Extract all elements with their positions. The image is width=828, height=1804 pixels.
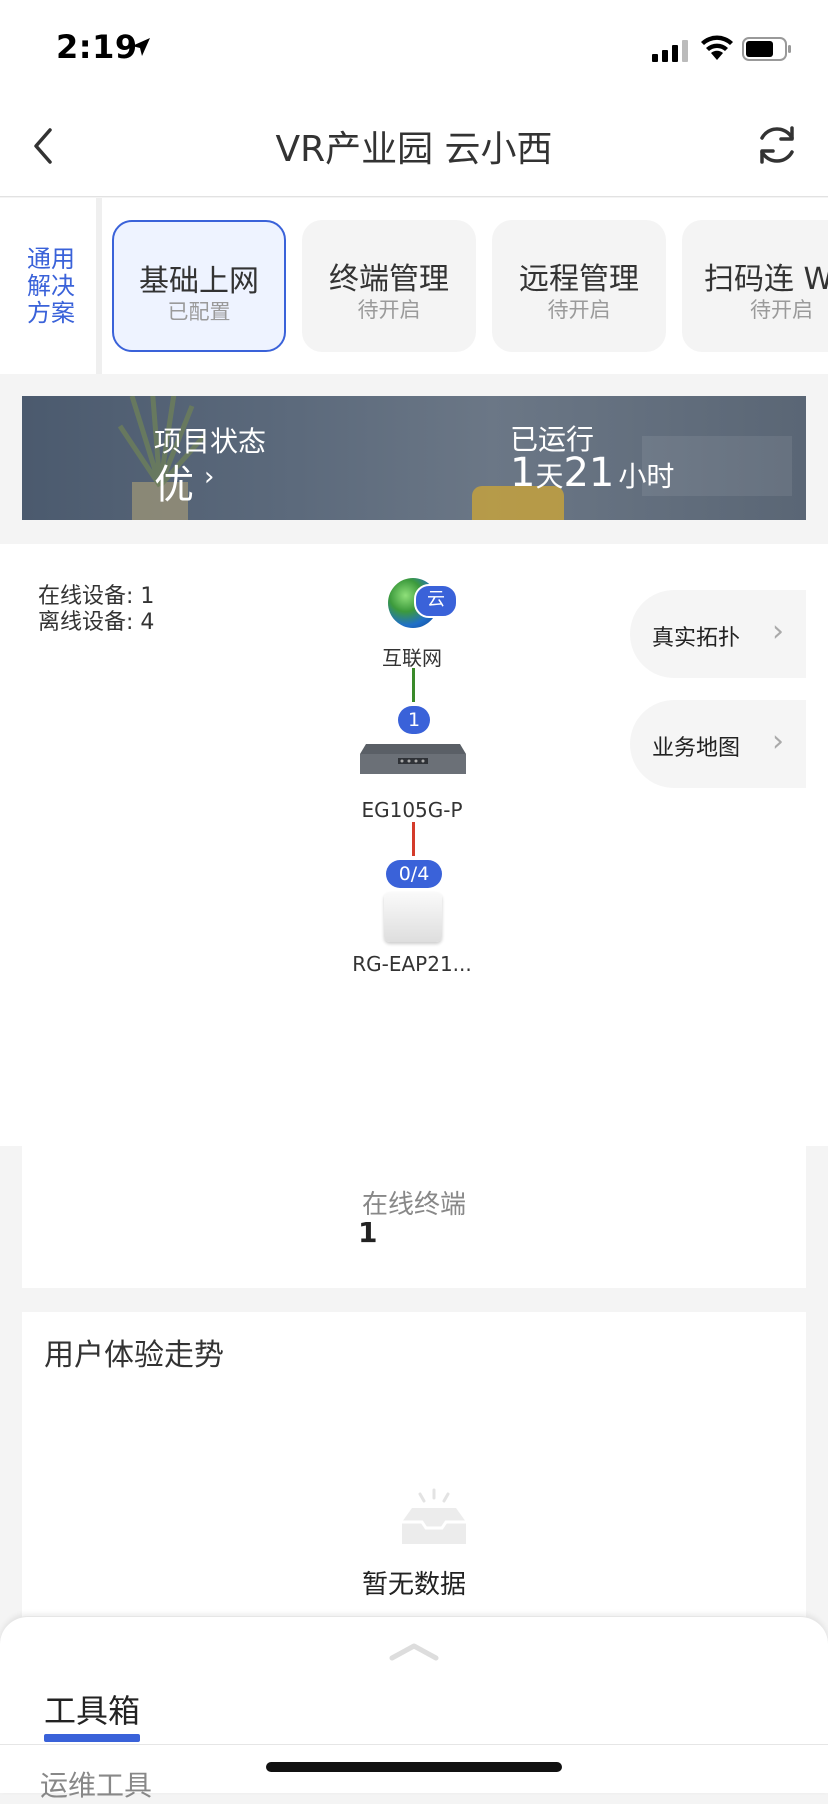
solution-card-terminal-management[interactable]: 终端管理 待开启 bbox=[302, 220, 476, 352]
solution-card-scan-connect[interactable]: 扫码连 W 待开启 bbox=[682, 220, 828, 352]
ap-count-badge: 0/4 bbox=[386, 860, 442, 888]
business-map-button[interactable]: 业务地图 › bbox=[630, 700, 806, 788]
tab-toolbox[interactable]: 工具箱 bbox=[44, 1686, 140, 1732]
tab-active-indicator bbox=[44, 1734, 140, 1742]
offline-device-count: 离线设备: 4 bbox=[38, 610, 155, 635]
chevron-right-icon: › bbox=[772, 724, 784, 759]
internet-link bbox=[412, 668, 415, 702]
link-count-badge: 1 bbox=[398, 706, 430, 734]
page-title: VR产业园 云小西 bbox=[275, 129, 553, 170]
empty-box-icon bbox=[402, 1488, 466, 1544]
internet-label: 互联网 bbox=[382, 646, 442, 670]
chevron-up-icon[interactable] bbox=[388, 1640, 440, 1662]
online-terminals-label: 在线终端 bbox=[361, 1190, 466, 1220]
real-topology-button[interactable]: 真实拓扑 › bbox=[630, 590, 806, 678]
refresh-icon[interactable] bbox=[752, 120, 802, 170]
project-banner[interactable] bbox=[22, 396, 806, 520]
router-device-icon[interactable] bbox=[358, 740, 468, 780]
strip-divider bbox=[96, 198, 102, 374]
sheet-divider bbox=[0, 1744, 828, 1745]
router-link bbox=[412, 822, 415, 856]
project-status-value: 优 bbox=[154, 462, 194, 508]
status-time: 2:19 bbox=[56, 28, 138, 66]
battery-icon bbox=[742, 37, 791, 61]
empty-data-text: 暂无数据 bbox=[361, 1570, 466, 1600]
chevron-right-icon: › bbox=[204, 462, 215, 492]
solution-card-basic-internet[interactable]: 基础上网 已配置 bbox=[112, 220, 286, 352]
solution-card-remote-management[interactable]: 远程管理 待开启 bbox=[492, 220, 666, 352]
online-terminals-value: 1 bbox=[358, 1216, 378, 1249]
location-arrow-icon bbox=[132, 38, 150, 56]
ap-label: RG-EAP21... bbox=[352, 952, 472, 976]
home-indicator[interactable] bbox=[266, 1762, 562, 1772]
cellular-signal-icon bbox=[652, 40, 688, 62]
router-label: EG105G-P bbox=[361, 798, 463, 822]
cloud-badge: 云 bbox=[414, 584, 458, 618]
access-point-icon[interactable] bbox=[384, 892, 442, 942]
ux-trend-title: 用户体验走势 bbox=[44, 1338, 224, 1373]
ops-tools-label: 运维工具 bbox=[40, 1769, 153, 1802]
running-duration: 1天21 小时 bbox=[510, 450, 675, 496]
general-solutions-label[interactable]: 通用 解决 方案 bbox=[20, 246, 82, 327]
chevron-right-icon: › bbox=[772, 614, 784, 649]
wifi-icon bbox=[701, 35, 733, 60]
